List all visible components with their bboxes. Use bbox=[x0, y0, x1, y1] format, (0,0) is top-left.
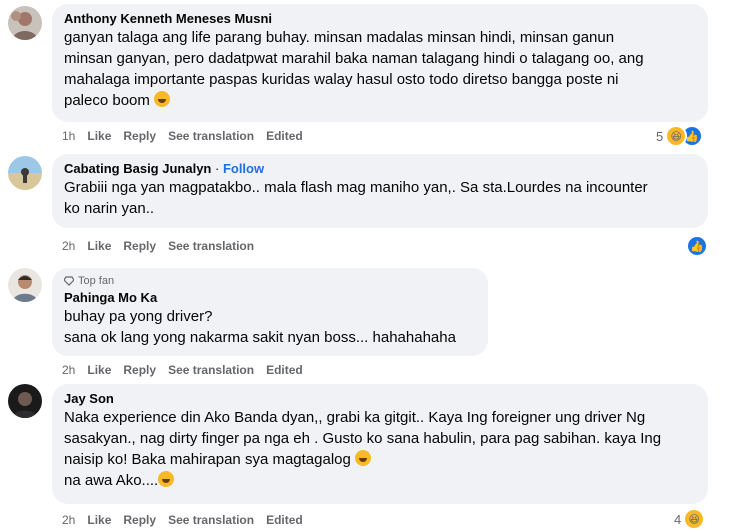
comment-bubble: Jay Son Naka experience din Ako Banda dy… bbox=[52, 384, 708, 504]
reaction-count: 5 bbox=[656, 128, 664, 144]
comment-text: ganyan talaga ang life parang buhay. min… bbox=[64, 29, 644, 109]
see-translation-link[interactable]: See translation bbox=[168, 362, 254, 378]
see-translation-link[interactable]: See translation bbox=[168, 512, 254, 528]
comment-bubble: Top fan Pahinga Mo Ka buhay pa yong driv… bbox=[52, 268, 488, 356]
comment-bubble: Cabating Basig Junalyn · Follow Grabiii … bbox=[52, 154, 708, 228]
comment-actions: 2h Like Reply See translation Edited bbox=[62, 362, 303, 378]
avatar[interactable] bbox=[8, 384, 42, 418]
like-button[interactable]: Like bbox=[87, 128, 111, 144]
comment-time[interactable]: 2h bbox=[62, 512, 75, 528]
like-button[interactable]: Like bbox=[87, 512, 111, 528]
top-fan-badge: Top fan bbox=[64, 274, 476, 288]
comment-actions: 2h Like Reply See translation bbox=[62, 238, 254, 254]
edited-label: Edited bbox=[266, 513, 303, 527]
avatar[interactable] bbox=[8, 156, 42, 190]
reply-button[interactable]: Reply bbox=[123, 512, 156, 528]
smiling-emoji-icon bbox=[158, 471, 175, 487]
laughing-emoji-icon bbox=[154, 91, 171, 107]
like-button[interactable]: Like bbox=[87, 362, 111, 378]
avatar[interactable] bbox=[8, 268, 42, 302]
see-translation-link[interactable]: See translation bbox=[168, 128, 254, 144]
reply-button[interactable]: Reply bbox=[123, 128, 156, 144]
comment-author: Cabating Basig Junalyn · Follow bbox=[64, 161, 265, 176]
edited-label: Edited bbox=[266, 129, 303, 143]
reactions-summary[interactable]: 5 😆 👍 bbox=[656, 125, 704, 147]
avatar[interactable] bbox=[8, 6, 42, 40]
reply-button[interactable]: Reply bbox=[123, 362, 156, 378]
comment-author[interactable]: Jay Son bbox=[64, 390, 696, 407]
like-button[interactable]: Like bbox=[87, 238, 111, 254]
haha-emoji-icon: 😆 bbox=[683, 508, 706, 530]
reactions-summary[interactable]: 👍 bbox=[686, 235, 708, 257]
comment-author[interactable]: Anthony Kenneth Meneses Musni bbox=[64, 10, 696, 27]
comment-time[interactable]: 2h bbox=[62, 362, 75, 378]
edited-label: Edited bbox=[266, 363, 303, 377]
comment-text: Naka experience din Ako Banda dyan,, gra… bbox=[64, 409, 662, 489]
comment-time[interactable]: 2h bbox=[62, 238, 75, 254]
comment-text: Grabiii nga yan magpatakbo.. mala flash … bbox=[64, 179, 648, 217]
comment-actions: 2h Like Reply See translation Edited bbox=[62, 512, 303, 528]
reaction-count: 4 bbox=[674, 511, 682, 527]
comment-author[interactable]: Pahinga Mo Ka bbox=[64, 289, 476, 306]
diamond-icon bbox=[64, 276, 74, 286]
reply-button[interactable]: Reply bbox=[123, 238, 156, 254]
reactions-summary[interactable]: 4 😆 bbox=[674, 508, 706, 530]
comment-bubble: Anthony Kenneth Meneses Musni ganyan tal… bbox=[52, 4, 708, 122]
see-translation-link[interactable]: See translation bbox=[168, 238, 254, 254]
like-thumb-icon: 👍 bbox=[686, 235, 708, 257]
comment-text: buhay pa yong driver? sana ok lang yong … bbox=[64, 308, 456, 346]
follow-button[interactable]: Follow bbox=[223, 161, 264, 176]
comment-actions: 1h Like Reply See translation Edited bbox=[62, 128, 303, 144]
comment-time[interactable]: 1h bbox=[62, 128, 75, 144]
smiling-emoji-icon bbox=[355, 450, 372, 466]
